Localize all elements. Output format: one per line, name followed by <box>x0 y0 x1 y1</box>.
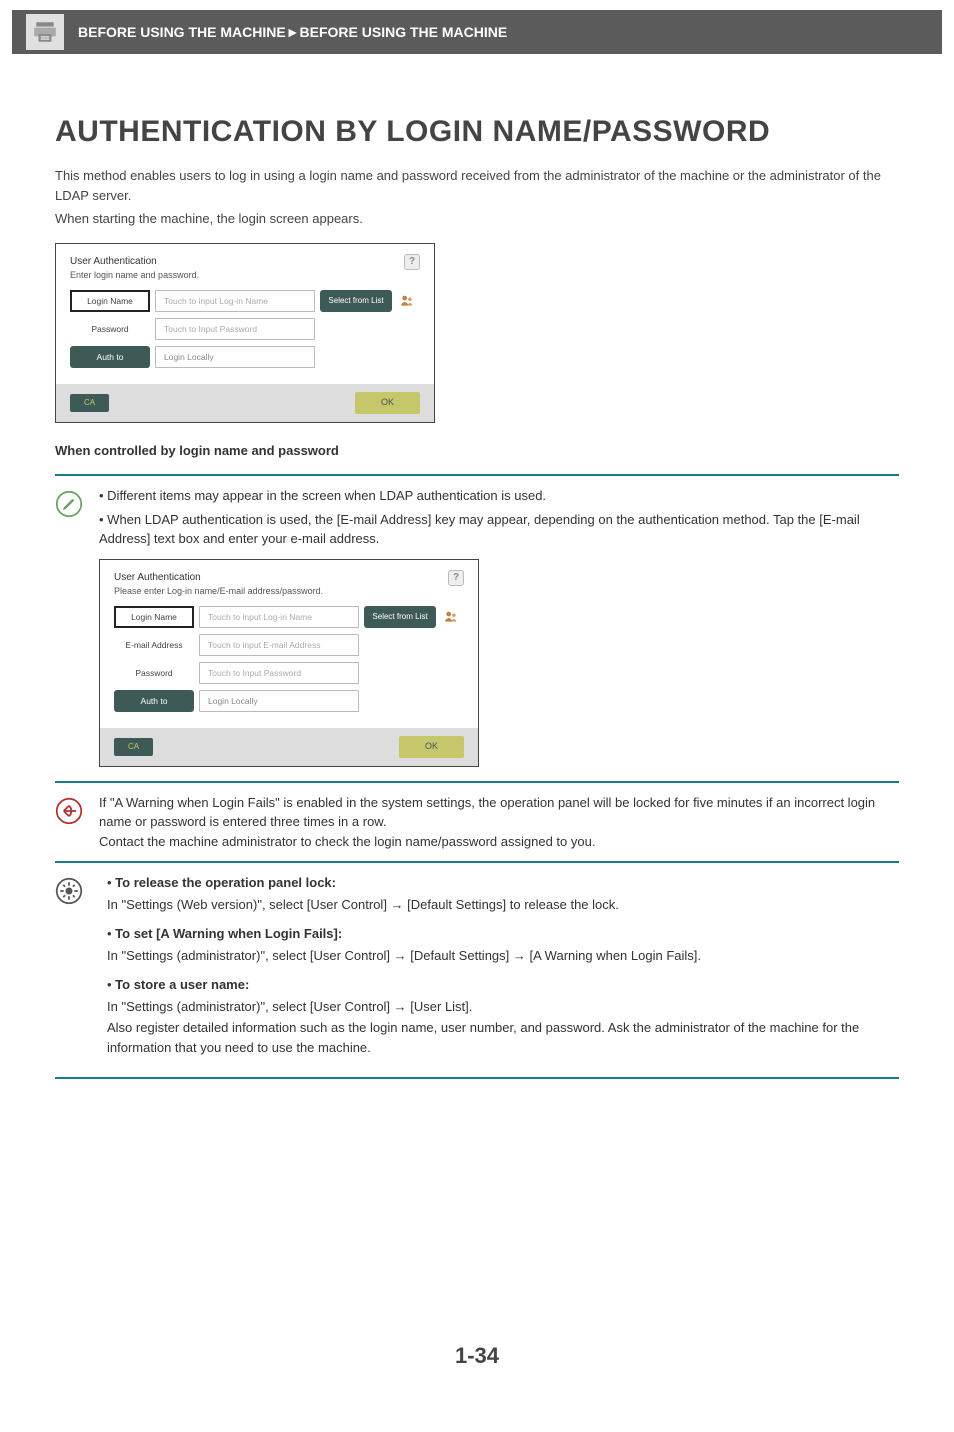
email-input[interactable]: Touch to input E-mail Address <box>199 634 359 656</box>
user-icon[interactable] <box>441 610 461 624</box>
password-label: Password <box>70 318 150 340</box>
warn-paragraph-2: Contact the machine administrator to che… <box>99 832 899 852</box>
ca-button-2[interactable]: CA <box>114 738 153 756</box>
warning-callout: If "A Warning when Login Fails" is enabl… <box>55 783 899 864</box>
select-from-list-button-2[interactable]: Select from List <box>364 606 436 628</box>
note-callout: Different items may appear in the screen… <box>55 474 899 783</box>
header-bar: BEFORE USING THE MACHINE ► BEFORE USING … <box>12 10 942 54</box>
email-label: E-mail Address <box>114 634 194 656</box>
settings-item-body2-2: Also register detailed information such … <box>107 1018 899 1057</box>
settings-callout: • To release the operation panel lock: I… <box>55 863 899 1079</box>
password-input[interactable]: Touch to Input Password <box>155 318 315 340</box>
note-bullet-2: When LDAP authentication is used, the [E… <box>99 512 860 547</box>
breadcrumb-suffix: BEFORE USING THE MACHINE <box>300 22 508 43</box>
panel1-title: User Authentication <box>70 254 199 269</box>
login-name-label: Login Name <box>70 290 150 312</box>
auth-to-button-2[interactable]: Auth to <box>114 690 194 712</box>
ok-button[interactable]: OK <box>355 392 420 414</box>
intro-paragraph-1: This method enables users to log in usin… <box>55 166 899 205</box>
user-icon[interactable] <box>397 294 417 308</box>
breadcrumb-sep: ► <box>286 22 300 43</box>
login-name-label-2: Login Name <box>114 606 194 628</box>
breadcrumb-prefix: BEFORE USING THE MACHINE <box>78 22 286 43</box>
help-button[interactable]: ? <box>404 254 420 270</box>
auth-to-value: Login Locally <box>155 346 315 368</box>
intro-paragraph-2: When starting the machine, the login scr… <box>55 209 899 229</box>
settings-item-head-1: To set [A Warning when Login Fails]: <box>115 926 342 941</box>
select-from-list-button[interactable]: Select from List <box>320 290 392 312</box>
warn-paragraph-1: If "A Warning when Login Fails" is enabl… <box>99 793 899 832</box>
pencil-note-icon <box>55 490 83 518</box>
login-panel-1: User Authentication Enter login name and… <box>55 243 435 423</box>
settings-item-body-2: In "Settings (administrator)", select [U… <box>107 997 899 1017</box>
panel2-title: User Authentication <box>114 570 323 585</box>
password-input-2[interactable]: Touch to Input Password <box>199 662 359 684</box>
settings-item-head-0: To release the operation panel lock: <box>115 875 336 890</box>
settings-item-body-1: In "Settings (administrator)", select [U… <box>107 946 899 966</box>
sub-caption: When controlled by login name and passwo… <box>55 441 899 461</box>
login-panel-2: User Authentication Please enter Log-in … <box>99 559 479 767</box>
login-name-input[interactable]: Touch to input Log-in Name <box>155 290 315 312</box>
printer-icon <box>32 19 58 45</box>
settings-item-body-0: In "Settings (Web version)", select [Use… <box>107 895 899 915</box>
help-button[interactable]: ? <box>448 570 464 586</box>
gear-icon <box>55 877 83 905</box>
password-label-2: Password <box>114 662 194 684</box>
ca-button[interactable]: CA <box>70 394 109 412</box>
ok-button-2[interactable]: OK <box>399 736 464 758</box>
note-bullet-1: Different items may appear in the screen… <box>99 488 546 503</box>
prohibit-icon <box>55 797 83 825</box>
auth-to-value-2: Login Locally <box>199 690 359 712</box>
panel2-subtitle: Please enter Log-in name/E-mail address/… <box>114 585 323 599</box>
machine-icon <box>22 10 68 54</box>
settings-item-head-2: To store a user name: <box>115 977 249 992</box>
auth-to-button[interactable]: Auth to <box>70 346 150 368</box>
login-name-input-2[interactable]: Touch to input Log-in Name <box>199 606 359 628</box>
page-number: 1-34 <box>55 1339 899 1372</box>
panel1-subtitle: Enter login name and password. <box>70 269 199 283</box>
page-title: AUTHENTICATION BY LOGIN NAME/PASSWORD <box>55 109 899 154</box>
